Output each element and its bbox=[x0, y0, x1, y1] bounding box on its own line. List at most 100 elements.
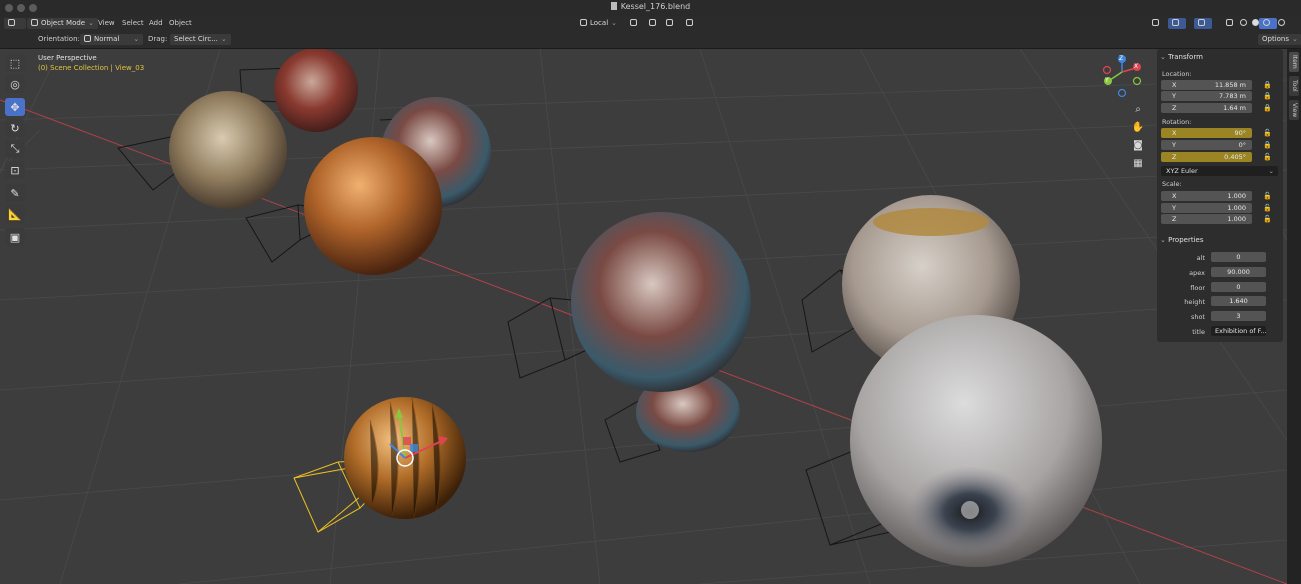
magnet-icon bbox=[649, 19, 656, 26]
scale-y-field[interactable]: Y 1.000 bbox=[1161, 203, 1252, 213]
lock-icon[interactable]: 🔒 bbox=[1263, 104, 1272, 112]
panorama-sphere[interactable] bbox=[169, 91, 287, 209]
scale-icon[interactable]: ⤡ bbox=[5, 140, 25, 158]
viewport-header: Object Mode ⌄ View Select Add Object Loca… bbox=[0, 16, 1301, 32]
unlock-icon[interactable]: 🔓 bbox=[1263, 129, 1272, 137]
tab-tool[interactable]: Tool bbox=[1289, 76, 1299, 96]
rotate-icon[interactable]: ↻ bbox=[5, 119, 25, 137]
perspective-grid-icon[interactable]: ▦ bbox=[1130, 157, 1146, 171]
property-value-field[interactable]: 90.000 bbox=[1211, 267, 1266, 277]
proportional-edit-toggle[interactable] bbox=[645, 18, 663, 29]
drag-selector[interactable]: Select Circ... ⌄ bbox=[170, 34, 231, 45]
overlays-icon bbox=[1198, 19, 1205, 26]
move-icon[interactable]: ✥ bbox=[5, 98, 25, 116]
orientation-icon bbox=[84, 35, 91, 42]
tool-settings-bar: Orientation: Normal ⌄ Drag: Select Circ..… bbox=[0, 32, 1301, 49]
options-button[interactable]: Options ⌄ bbox=[1258, 34, 1301, 45]
view-object-types-button[interactable] bbox=[1148, 18, 1166, 29]
rotation-y-field[interactable]: Y 0° bbox=[1161, 140, 1252, 150]
menu-object[interactable]: Object bbox=[169, 18, 192, 29]
property-label: height bbox=[1184, 298, 1205, 306]
property-value-field[interactable]: 0 bbox=[1211, 252, 1266, 262]
solid-shading-icon bbox=[1252, 19, 1259, 26]
gizmo-toggle[interactable] bbox=[1168, 18, 1186, 29]
sphere-detail bbox=[961, 501, 979, 519]
gizmo-x-label: X bbox=[1134, 63, 1139, 70]
pan-hand-icon[interactable]: ✋ bbox=[1130, 121, 1146, 135]
annotate-icon[interactable]: ✎ bbox=[5, 184, 25, 202]
xray-icon bbox=[1226, 19, 1233, 26]
sphere-detail bbox=[873, 208, 989, 236]
property-label: apex bbox=[1189, 269, 1205, 277]
location-y-field[interactable]: Y 7.783 m bbox=[1161, 91, 1252, 101]
proportional-falloff-selector[interactable] bbox=[682, 18, 700, 29]
3d-viewport[interactable] bbox=[0, 49, 1287, 584]
orientation-label: Orientation: bbox=[38, 35, 80, 43]
falloff-icon bbox=[686, 19, 693, 26]
select-box-icon[interactable]: ⬚ bbox=[5, 54, 25, 72]
cursor-icon[interactable]: ◎ bbox=[5, 75, 25, 93]
viewport-editor-icon bbox=[8, 19, 15, 26]
pivot-icon bbox=[580, 19, 587, 26]
transform-icon[interactable]: ⊡ bbox=[5, 161, 25, 179]
rotation-x-field[interactable]: X 90° bbox=[1161, 128, 1252, 138]
overlays-toggle[interactable] bbox=[1194, 18, 1212, 29]
tab-view[interactable]: View bbox=[1289, 100, 1299, 120]
rotation-z-field[interactable]: Z 0.405° bbox=[1161, 152, 1252, 162]
snap-target-selector[interactable] bbox=[662, 18, 680, 29]
rendered-shading-icon bbox=[1278, 19, 1285, 26]
gizmo-icon bbox=[1172, 19, 1179, 26]
add-cube-icon[interactable]: ▣ bbox=[5, 228, 25, 246]
zoom-icon[interactable]: ⌕ bbox=[1130, 103, 1146, 117]
menu-view[interactable]: View bbox=[98, 18, 115, 29]
menu-add[interactable]: Add bbox=[149, 18, 163, 29]
property-value-field[interactable]: 0 bbox=[1211, 282, 1266, 292]
window-title: Kessel_176.blend bbox=[0, 2, 1301, 11]
measure-icon[interactable]: 📐 bbox=[5, 205, 25, 223]
snap-icon bbox=[630, 19, 637, 26]
scale-z-field[interactable]: Z 1.000 bbox=[1161, 214, 1252, 224]
camera-view-icon[interactable]: ◙ bbox=[1130, 139, 1146, 153]
panorama-sphere[interactable] bbox=[571, 212, 751, 392]
property-label: floor bbox=[1190, 284, 1205, 292]
snap-toggle[interactable] bbox=[626, 18, 644, 29]
unlock-icon[interactable]: 🔓 bbox=[1263, 153, 1272, 161]
panorama-sphere[interactable] bbox=[274, 49, 358, 132]
location-label: Location: bbox=[1162, 70, 1192, 78]
title-bar: Kessel_176.blend bbox=[0, 0, 1301, 17]
unlock-icon[interactable]: 🔓 bbox=[1263, 215, 1272, 223]
mode-selector[interactable]: Object Mode ⌄ bbox=[27, 18, 98, 29]
rotation-mode-select[interactable]: XYZ Euler ⌄ bbox=[1161, 166, 1278, 176]
transform-header[interactable]: ⌄ Transform bbox=[1160, 51, 1203, 63]
properties-header[interactable]: ⌄ Properties bbox=[1160, 234, 1203, 246]
menu-select[interactable]: Select bbox=[122, 18, 144, 29]
transform-pivot-selector[interactable]: Local ⌄ bbox=[576, 18, 621, 29]
viewport-canvas[interactable] bbox=[0, 49, 1287, 584]
location-z-field[interactable]: Z 1.64 m bbox=[1161, 103, 1252, 113]
grid-snap-icon bbox=[666, 19, 673, 26]
sidebar-tabs: Item Tool View bbox=[1287, 49, 1301, 584]
gizmo-z-label: Z bbox=[1119, 55, 1124, 62]
property-value-field[interactable]: 3 bbox=[1211, 311, 1266, 321]
shading-rendered[interactable] bbox=[1274, 18, 1292, 29]
unlock-icon[interactable]: 🔓 bbox=[1263, 192, 1272, 200]
scale-label: Scale: bbox=[1162, 180, 1182, 188]
editor-type-button[interactable] bbox=[4, 18, 26, 29]
property-text-field[interactable]: Exhibition of F... bbox=[1211, 326, 1266, 336]
lock-icon[interactable]: 🔒 bbox=[1263, 141, 1272, 149]
collection-info: (0) Scene Collection | View_03 bbox=[38, 64, 145, 72]
property-value-field[interactable]: 1.640 bbox=[1211, 296, 1266, 306]
property-label: shot bbox=[1190, 313, 1205, 321]
lock-icon[interactable]: 🔒 bbox=[1263, 81, 1272, 89]
orientation-selector[interactable]: Normal ⌄ bbox=[80, 34, 144, 45]
wireframe-shading-icon bbox=[1240, 19, 1247, 26]
panorama-sphere[interactable] bbox=[304, 137, 442, 275]
location-x-field[interactable]: X 11.858 m bbox=[1161, 80, 1252, 90]
document-icon bbox=[610, 2, 617, 10]
unlock-icon[interactable]: 🔓 bbox=[1263, 204, 1272, 212]
scale-x-field[interactable]: X 1.000 bbox=[1161, 191, 1252, 201]
tab-item[interactable]: Item bbox=[1289, 52, 1299, 72]
object-mode-icon bbox=[31, 19, 38, 26]
property-label: alt bbox=[1196, 254, 1205, 262]
lock-icon[interactable]: 🔒 bbox=[1263, 92, 1272, 100]
